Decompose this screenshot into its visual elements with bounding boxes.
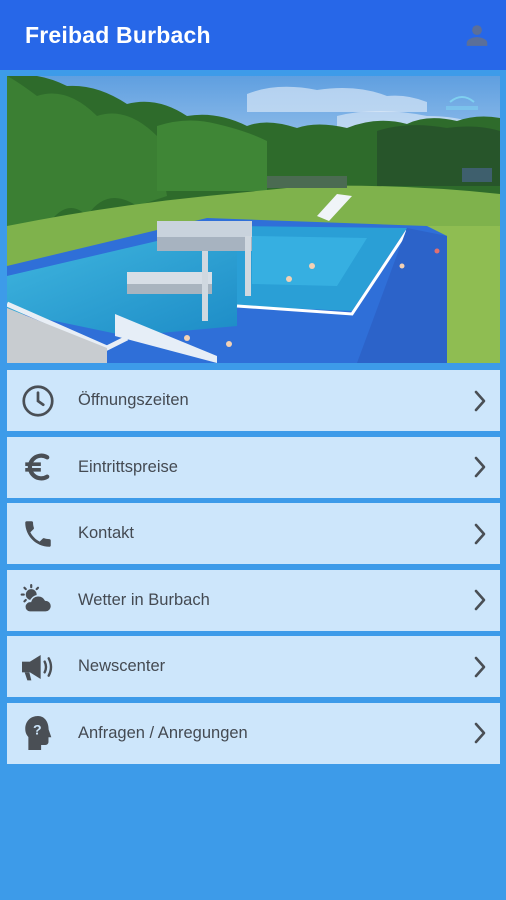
chevron-right-icon [460,437,500,498]
chevron-right-icon [460,636,500,697]
menu-item-label: Newscenter [78,657,166,676]
euro-icon [7,437,69,498]
head-question-icon: ? [7,703,69,764]
menu-item-oeffnungszeiten[interactable]: Öffnungszeiten [7,370,500,431]
menu-item-kontakt[interactable]: Kontakt [7,503,500,565]
chevron-right-icon [460,370,500,431]
menu-item-label: Öffnungszeiten [78,391,189,409]
person-icon [466,25,488,46]
main-menu: Öffnungszeiten Eintrittspreise Kontakt W… [7,370,500,770]
clock-icon [7,370,69,431]
chevron-right-icon [460,503,500,564]
menu-item-label: Wetter in Burbach [78,590,210,609]
page-title: Freibad Burbach [25,21,211,48]
menu-item-anfragen[interactable]: ? Anfragen / Anregungen [7,702,500,764]
menu-item-newscenter[interactable]: Newscenter [7,636,500,698]
logo-watermark [446,96,478,110]
app-bar: Freibad Burbach [0,0,506,70]
menu-item-label: Kontakt [78,524,134,543]
chevron-right-icon [460,570,500,631]
svg-text:?: ? [33,723,42,739]
menu-item-label: Eintrittspreise [78,457,178,476]
phone-icon [7,503,69,564]
weather-icon [7,570,69,631]
megaphone-icon [7,636,69,697]
chevron-right-icon [460,703,500,764]
account-button[interactable] [462,20,492,50]
menu-item-eintrittspreise[interactable]: Eintrittspreise [7,436,500,498]
menu-item-wetter[interactable]: Wetter in Burbach [7,569,500,631]
menu-item-label: Anfragen / Anregungen [78,723,248,742]
pool-photo [7,76,500,363]
